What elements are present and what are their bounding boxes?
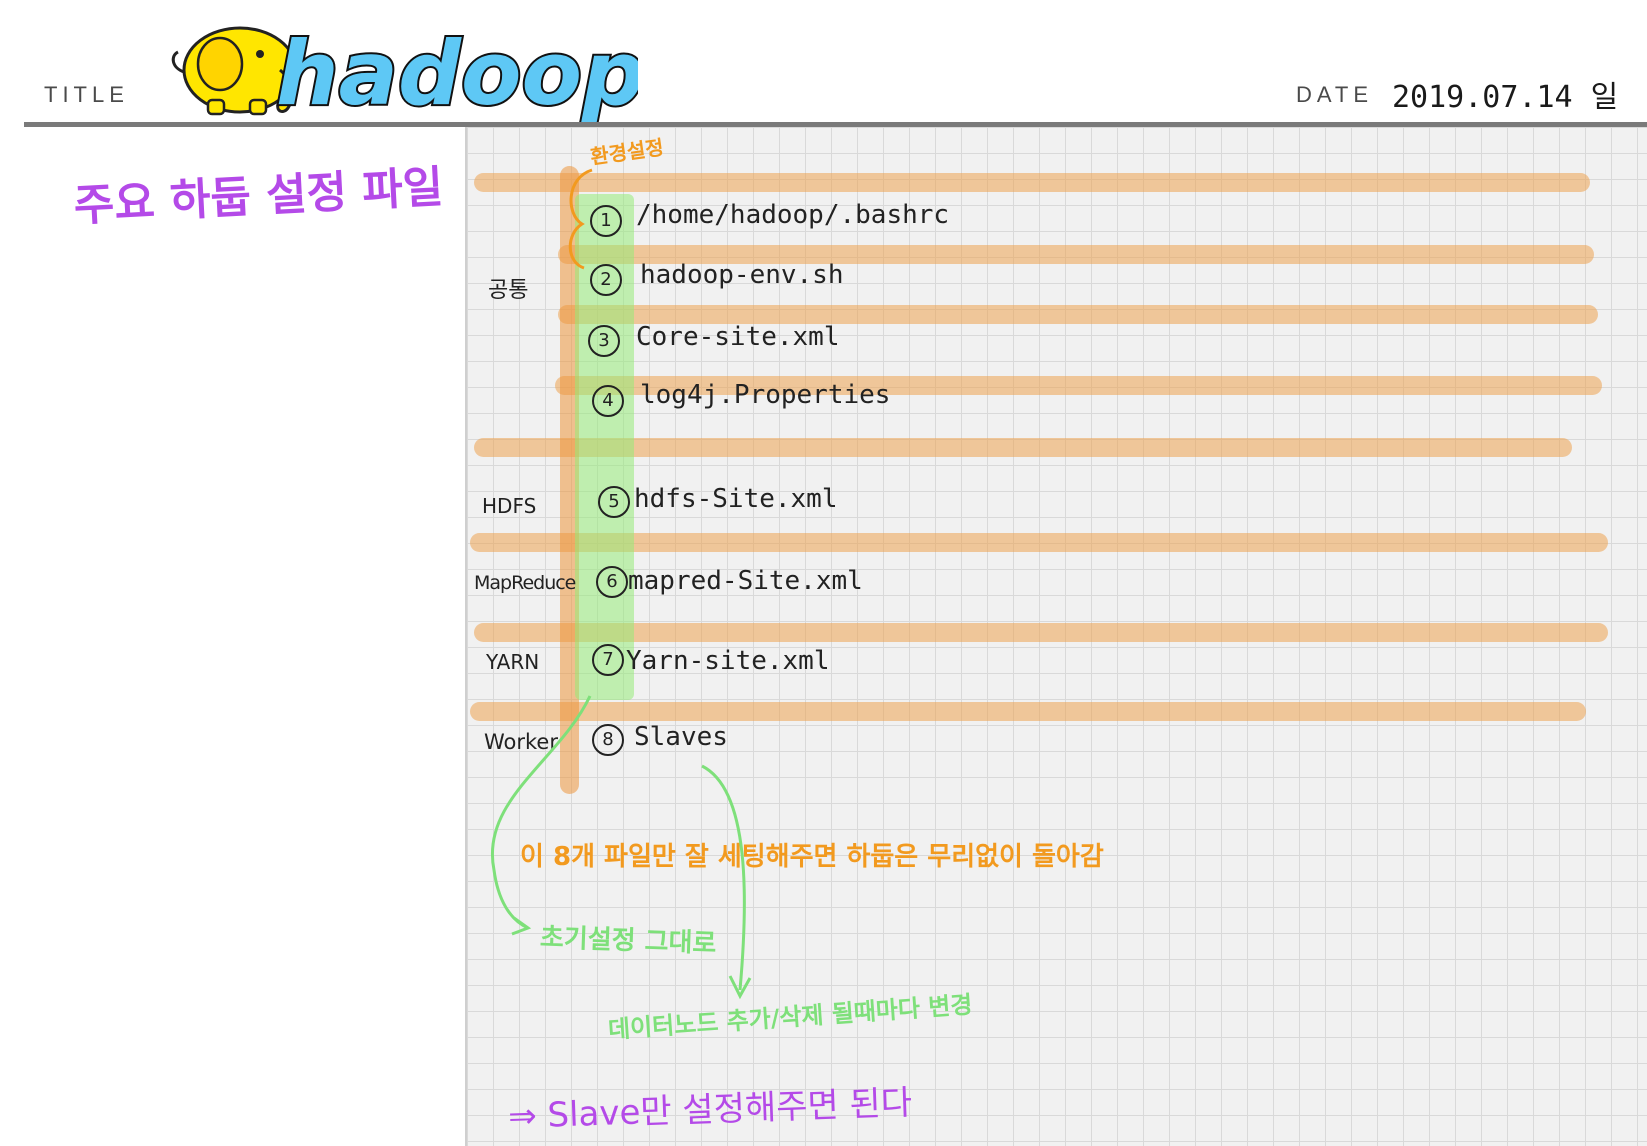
date-value: 2019.07.14 일: [1392, 80, 1619, 115]
file-name: Yarn-site.xml: [626, 646, 830, 676]
highlight-bar: [470, 702, 1586, 721]
file-name: log4j.Properties: [640, 380, 891, 410]
page-header: TITLE hadoop DATE 2019.07.14 일: [0, 0, 1647, 127]
group-label-yarn: YARN: [486, 650, 540, 674]
hadoop-logo: hadoop: [171, 20, 638, 126]
group-label-hdfs: HDFS: [482, 494, 537, 518]
group-label-common: 공통: [488, 278, 529, 303]
file-number: 4: [592, 385, 624, 417]
group-label-worker: Worker: [484, 730, 558, 754]
file-number: 6: [596, 566, 628, 598]
file-name: hadoop-env.sh: [640, 260, 844, 290]
file-name: /home/hadoop/.bashrc: [636, 200, 950, 230]
file-number: 7: [592, 644, 624, 676]
file-name: Core-site.xml: [636, 322, 840, 352]
file-number: 5: [598, 486, 630, 518]
note-initial-settings: 초기설정 그대로: [539, 922, 717, 960]
date-label: DATE: [1296, 82, 1374, 107]
left-panel: [0, 127, 465, 1146]
highlight-bar: [470, 533, 1608, 552]
highlight-bar: [474, 438, 1572, 457]
logo-text: hadoop: [276, 22, 638, 125]
file-number: 1: [590, 205, 622, 237]
group-label-mapreduce: MapReduce: [474, 572, 576, 594]
highlight-bar: [474, 173, 1590, 192]
file-number: 8: [592, 724, 624, 756]
note-eight-files: 이 8개 파일만 잘 세팅해주면 하둡은 무리없이 돌아감: [520, 842, 1104, 872]
title-label: TITLE: [44, 82, 129, 107]
file-name: mapred-Site.xml: [628, 566, 863, 596]
file-number: 2: [590, 264, 622, 296]
highlight-bar: [474, 623, 1608, 642]
file-name: hdfs-Site.xml: [634, 484, 838, 514]
file-number: 3: [588, 325, 620, 357]
file-name: Slaves: [634, 722, 728, 752]
